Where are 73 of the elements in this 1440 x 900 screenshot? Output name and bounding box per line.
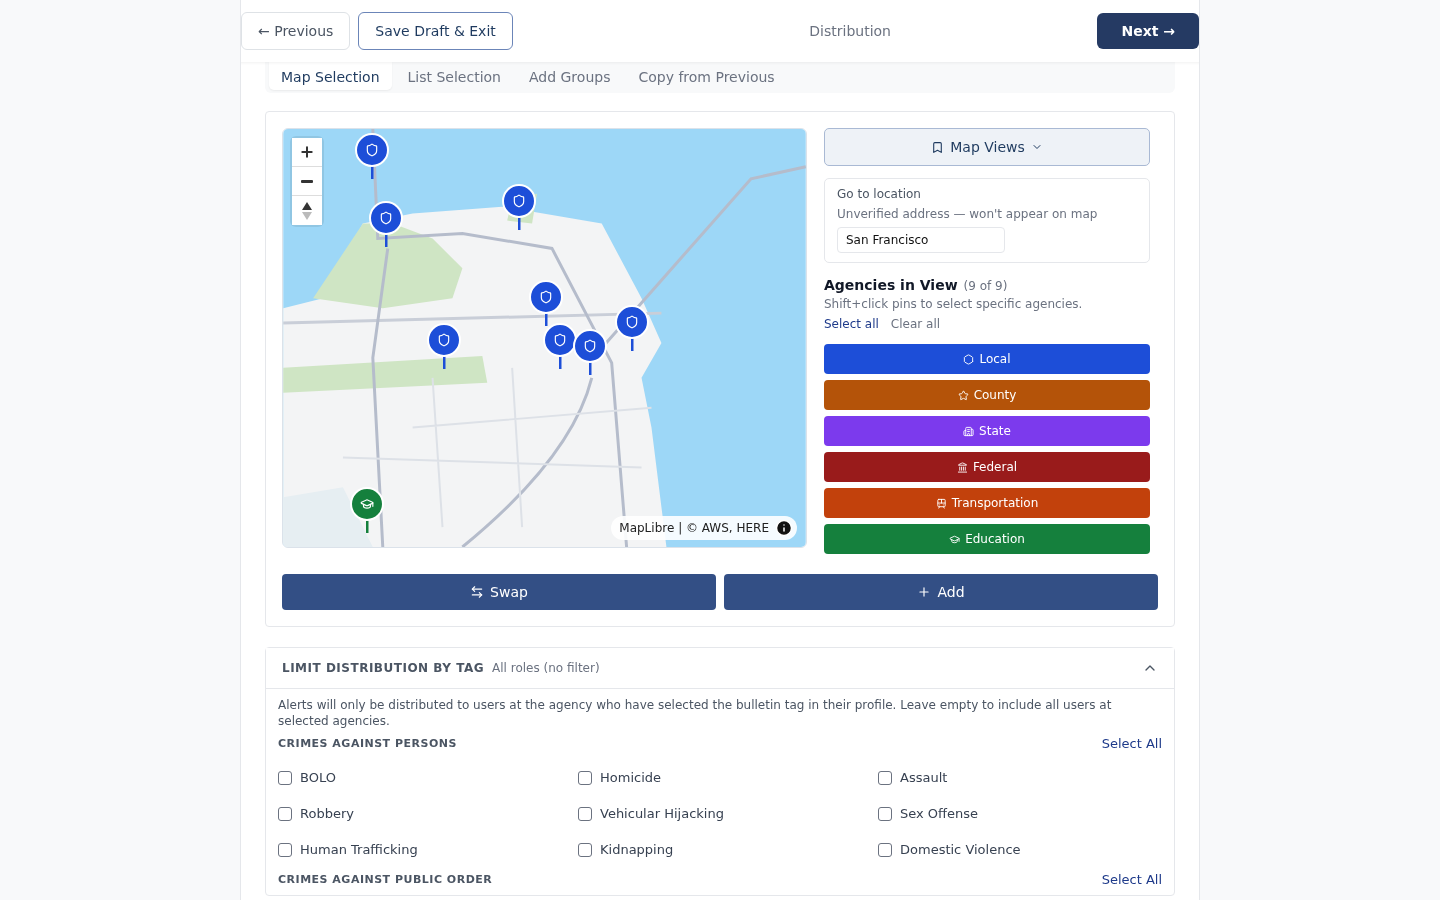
tab[interactable]: Map Selection — [269, 62, 392, 90]
swap-icon — [470, 585, 485, 599]
map-pin-icon[interactable] — [502, 184, 536, 230]
landmark-icon — [956, 461, 968, 473]
select-all-link[interactable]: Select all — [824, 317, 879, 331]
checkbox[interactable] — [278, 771, 292, 785]
map-pin-icon[interactable] — [543, 323, 577, 369]
bookmark-icon — [931, 140, 945, 154]
zoom-in-button[interactable] — [292, 138, 322, 167]
checkbox[interactable] — [878, 807, 892, 821]
agency-count: (9 of 9) — [963, 279, 1008, 293]
address-note: Unverified address — won't appear on map — [837, 207, 1099, 221]
swap-button[interactable]: Swap — [282, 574, 716, 610]
group-title: CRIMES AGAINST PUBLIC ORDER — [278, 873, 493, 886]
checkbox[interactable] — [578, 771, 592, 785]
location-label: Go to location — [837, 187, 922, 201]
tag-label: Human Trafficking — [300, 841, 418, 859]
tag-filter-header[interactable]: LIMIT DISTRIBUTION BY TAG All roles (no filter) — [266, 648, 1174, 689]
map-pin-icon[interactable] — [427, 323, 461, 369]
tag-label: Kidnapping — [600, 841, 674, 859]
map-attribution: MapLibre | © AWS, HERE — [619, 521, 769, 535]
select-all-link[interactable]: Select All — [1101, 872, 1162, 887]
plus-icon — [917, 585, 932, 599]
clear-all-link[interactable]: Clear all — [890, 317, 941, 331]
graduation-cap-icon — [949, 533, 961, 545]
agency-type-button[interactable]: State — [824, 416, 1150, 446]
info-icon[interactable] — [775, 519, 793, 537]
hexagon-icon — [963, 353, 975, 365]
next-button[interactable]: Next → — [1097, 13, 1199, 49]
checkbox[interactable] — [878, 771, 892, 785]
tab[interactable]: Copy from Previous — [626, 62, 787, 90]
map-pin-icon[interactable] — [350, 487, 384, 533]
compass-icon[interactable] — [302, 201, 312, 220]
building-icon — [963, 425, 975, 437]
tab[interactable]: List Selection — [395, 62, 513, 90]
checkbox[interactable] — [578, 807, 592, 821]
map-pin-icon[interactable] — [369, 201, 403, 247]
tag-label: Homicide — [600, 769, 661, 787]
map-pin-icon[interactable] — [355, 133, 389, 179]
previous-button[interactable]: ← Previous — [241, 12, 351, 50]
tram-icon — [935, 497, 947, 509]
plus-icon — [299, 144, 315, 160]
tag-label: Vehicular Hijacking — [600, 805, 724, 823]
agencies-title: Agencies in View — [824, 277, 958, 293]
save-draft-button[interactable]: Save Draft & Exit — [358, 12, 513, 50]
agency-type-button[interactable]: Education — [824, 524, 1150, 554]
agency-type-button[interactable]: Federal — [824, 452, 1150, 482]
map-pin-icon[interactable] — [615, 305, 649, 351]
agency-type-button[interactable]: Transportation — [824, 488, 1150, 518]
step-title: Distribution — [808, 23, 892, 39]
tag-label: Robbery — [300, 805, 354, 823]
star-icon — [957, 389, 969, 401]
checkbox[interactable] — [578, 843, 592, 857]
agency-type-button[interactable]: County — [824, 380, 1150, 410]
map-pin-icon[interactable] — [573, 329, 607, 375]
minus-icon — [301, 179, 313, 183]
checkbox[interactable] — [878, 843, 892, 857]
tag-filter-description: Alerts will only be distributed to users at the agency who have selected the bulletin tag in their profile. Leave empty to include all users at selected agencies. — [278, 697, 1113, 729]
checkbox[interactable] — [278, 843, 292, 857]
tag-label: Assault — [900, 769, 948, 787]
tag-label: Domestic Violence — [900, 841, 1021, 859]
group-title: CRIMES AGAINST PERSONS — [278, 737, 457, 750]
tag-label: Sex Offense — [900, 805, 979, 823]
agencies-hint: Shift+click pins to select specific agencies. — [824, 297, 1084, 311]
map-pin-icon[interactable] — [529, 280, 563, 326]
select-all-link[interactable]: Select All — [1101, 736, 1162, 751]
tab[interactable]: Add Groups — [516, 62, 623, 90]
location-input[interactable]: San Francisco — [837, 227, 1005, 253]
checkbox[interactable] — [278, 807, 292, 821]
agency-type-button[interactable]: Local — [824, 344, 1150, 374]
tag-label: BOLO — [300, 769, 336, 787]
map-views-button[interactable]: Map Views — [824, 128, 1150, 166]
add-button[interactable]: Add — [724, 574, 1158, 610]
